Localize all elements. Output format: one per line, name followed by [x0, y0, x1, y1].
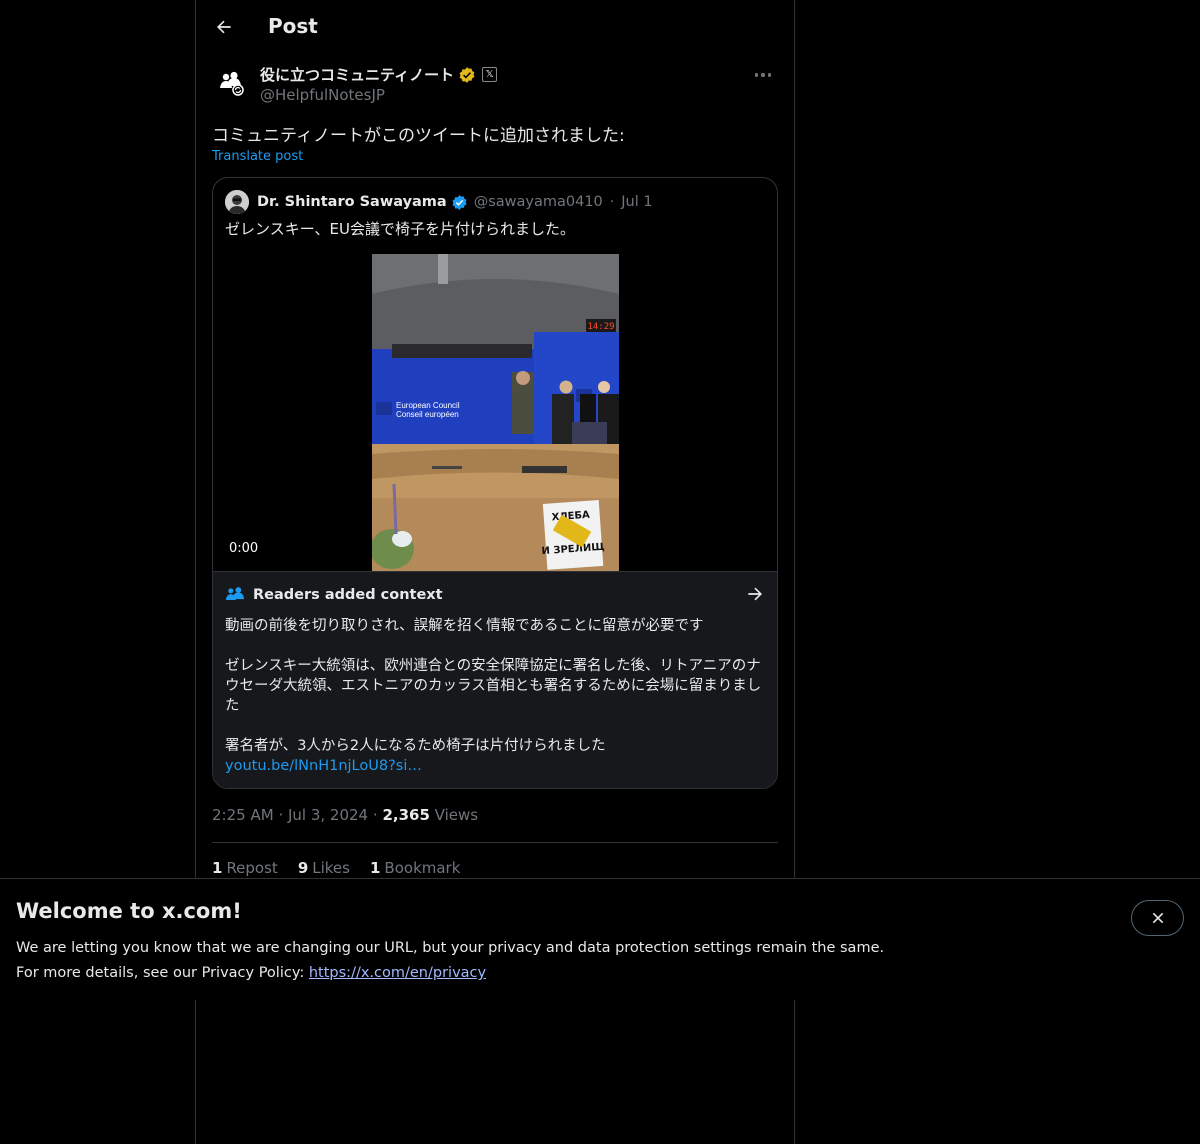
post-meta: 2:25 AM · Jul 3, 2024 · 2,365 Views — [212, 806, 478, 824]
top-bar: Post — [196, 0, 794, 54]
quoted-author-name: Dr. Shintaro Sawayama — [257, 194, 447, 210]
note-paragraph: 署名者が、3人から2人になるため椅子は片付けられました — [225, 738, 606, 754]
community-note-header: Readers added context — [225, 586, 443, 604]
note-source-link[interactable]: youtu.be/lNnH1njLoU8?si… — [225, 756, 770, 776]
avatar[interactable] — [212, 64, 252, 104]
engagement-stats: 1 Repost 9 Likes 1 Bookmark — [212, 859, 460, 877]
quoted-author-handle: @sawayama0410 — [473, 194, 603, 210]
bookmarks-stat[interactable]: 1 Bookmark — [370, 859, 460, 877]
quoted-text: ゼレンスキー、EU会議で椅子を片付けられました。 — [225, 220, 576, 238]
community-note[interactable]: Readers added context 動画の前後を切り取りされ、誤解を招く… — [213, 571, 777, 788]
banner-line2: For more details, see our Privacy Policy… — [16, 961, 884, 986]
more-button[interactable] — [748, 64, 778, 86]
video-sign-line2: Conseil européen — [396, 410, 459, 419]
privacy-policy-link[interactable]: https://x.com/en/privacy — [309, 965, 486, 981]
bookmarks-label: Bookmark — [384, 859, 461, 877]
views-count: 2,365 — [382, 806, 430, 824]
right-arrow-icon[interactable] — [745, 584, 765, 604]
views-label: Views — [434, 806, 479, 824]
person-icon — [225, 190, 249, 214]
divider — [212, 842, 778, 843]
banner-text: We are letting you know that we are chan… — [16, 936, 884, 986]
quoted-post[interactable]: Dr. Shintaro Sawayama @sawayama0410 · Ju… — [212, 177, 778, 789]
video-sign-line1: European Council — [396, 401, 460, 410]
community-note-title: Readers added context — [253, 587, 443, 603]
video-thumbnail: 14:29 European Council Conseil européen — [372, 254, 619, 571]
note-paragraph: ゼレンスキー大統領は、欧州連合との安全保障協定に署名した後、リトアニアのナウセー… — [225, 658, 762, 714]
quoted-date: Jul 1 — [621, 194, 653, 210]
x-affiliate-icon: 𝕏 — [482, 67, 498, 82]
video-frame[interactable]: 14:29 European Council Conseil européen — [372, 254, 619, 571]
video-player[interactable]: 14:29 European Council Conseil européen — [213, 254, 777, 571]
blue-verified-icon — [452, 194, 467, 210]
video-time: 0:00 — [229, 541, 259, 556]
separator-dot: · — [609, 194, 615, 210]
more-icon — [754, 73, 772, 77]
gold-verified-icon — [459, 66, 475, 83]
reposts-stat[interactable]: 1 Repost — [212, 859, 278, 877]
quoted-header: Dr. Shintaro Sawayama @sawayama0410 · Ju… — [225, 190, 653, 214]
banner-line1: We are letting you know that we are chan… — [16, 940, 885, 956]
quoted-avatar[interactable] — [225, 190, 249, 214]
note-paragraph: 動画の前後を切り取りされ、誤解を招く情報であることに留意が必要です — [225, 618, 704, 634]
bookmarks-count: 1 — [369, 859, 381, 877]
close-banner-button[interactable] — [1131, 900, 1184, 936]
community-notes-icon — [220, 71, 244, 96]
readers-icon — [225, 587, 245, 600]
reposts-label: Repost — [226, 859, 278, 877]
community-note-body: 動画の前後を切り取りされ、誤解を招く情報であることに留意が必要です ゼレンスキー… — [225, 616, 770, 776]
post-date[interactable]: Jul 3, 2024 — [288, 806, 368, 824]
separator-dot: · — [372, 806, 383, 824]
translate-link[interactable]: Translate post — [212, 149, 303, 164]
author-name: 役に立つコミュニティノート — [260, 66, 455, 84]
author-name-row[interactable]: 役に立つコミュニティノート 𝕏 — [260, 64, 498, 85]
close-icon — [1152, 912, 1163, 924]
video-clock: 14:29 — [587, 322, 614, 332]
back-button[interactable] — [206, 9, 242, 45]
banner-line2-prefix: For more details, see our Privacy Policy… — [16, 965, 309, 981]
separator-dot: · — [278, 806, 288, 824]
likes-count: 9 — [297, 859, 309, 877]
author-handle[interactable]: @HelpfulNotesJP — [260, 86, 385, 104]
banner-title: Welcome to x.com! — [16, 899, 242, 923]
likes-stat[interactable]: 9 Likes — [298, 859, 350, 877]
page-title: Post — [268, 14, 318, 38]
url-change-banner: Welcome to x.com! We are letting you kno… — [0, 878, 1200, 1000]
back-arrow-icon — [217, 20, 231, 34]
likes-label: Likes — [312, 859, 350, 877]
post-text: コミュニティノートがこのツイートに追加されました: — [212, 126, 625, 146]
post-time[interactable]: 2:25 AM — [212, 806, 274, 824]
reposts-count: 1 — [212, 859, 223, 877]
